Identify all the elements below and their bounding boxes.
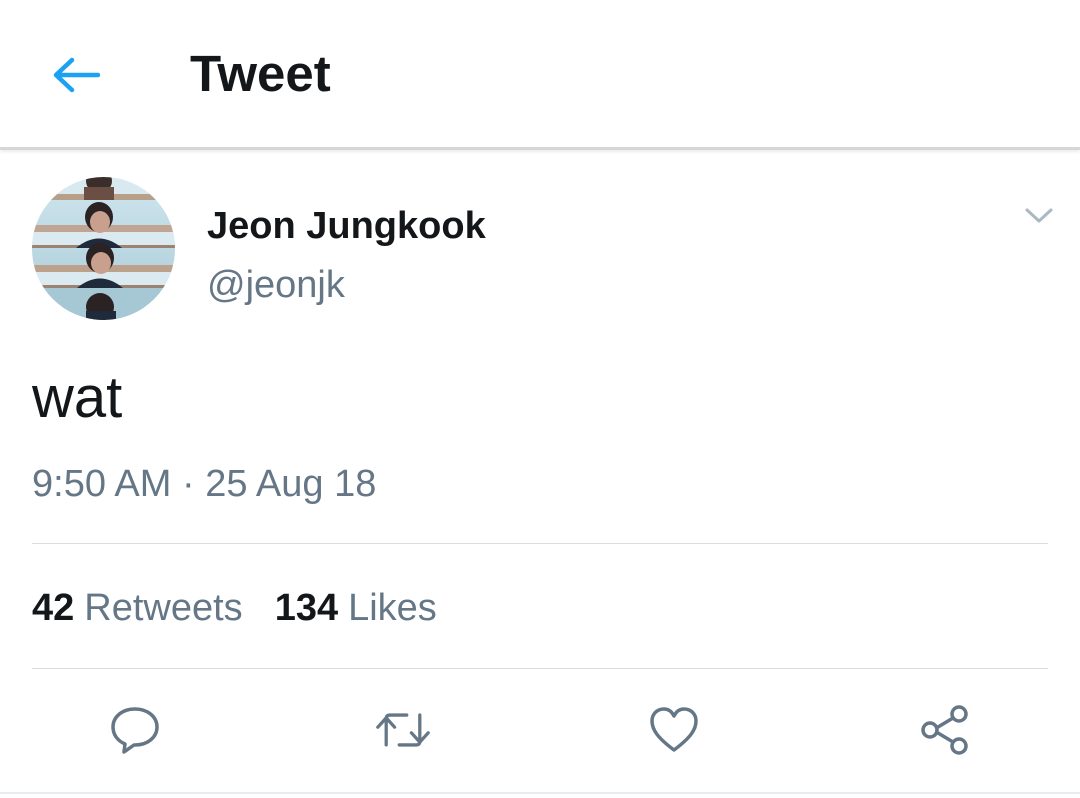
like-button[interactable] [646, 702, 702, 758]
share-icon [921, 705, 968, 755]
divider [32, 668, 1048, 669]
arrow-left-icon [53, 57, 100, 93]
author-display-name[interactable]: Jeon Jungkook [207, 203, 486, 249]
bottom-divider [0, 792, 1080, 794]
reply-icon [111, 707, 159, 754]
tweet-stats: 42 Retweets 134 Likes [32, 585, 437, 631]
more-options-button[interactable] [1016, 196, 1062, 236]
tweet-text: wat [32, 365, 123, 430]
heart-icon [650, 707, 698, 752]
avatar[interactable] [32, 177, 175, 320]
back-button[interactable] [44, 44, 106, 106]
likes-label: Likes [348, 587, 437, 629]
chevron-down-icon [1025, 208, 1053, 223]
tweet-date: 25 Aug 18 [205, 463, 377, 505]
retweets-stat[interactable]: 42 Retweets [32, 585, 243, 631]
retweet-icon [376, 713, 430, 747]
tweet-timestamp: 9:50 AM · 25 Aug 18 [32, 461, 376, 507]
top-app-bar: Tweet [0, 0, 1080, 150]
author-handle[interactable]: @jeonjk [207, 262, 345, 308]
tweet-time: 9:50 AM [32, 463, 172, 505]
likes-count: 134 [274, 587, 339, 629]
divider [32, 543, 1048, 544]
retweet-button[interactable] [375, 702, 431, 758]
retweets-count: 42 [32, 587, 75, 629]
timestamp-separator: · [181, 463, 195, 505]
page-title: Tweet [190, 45, 331, 102]
share-button[interactable] [917, 702, 973, 758]
likes-stat[interactable]: 134 Likes [275, 585, 437, 631]
retweets-label: Retweets [84, 587, 243, 629]
reply-button[interactable] [107, 702, 163, 758]
avatar-image [32, 177, 175, 320]
